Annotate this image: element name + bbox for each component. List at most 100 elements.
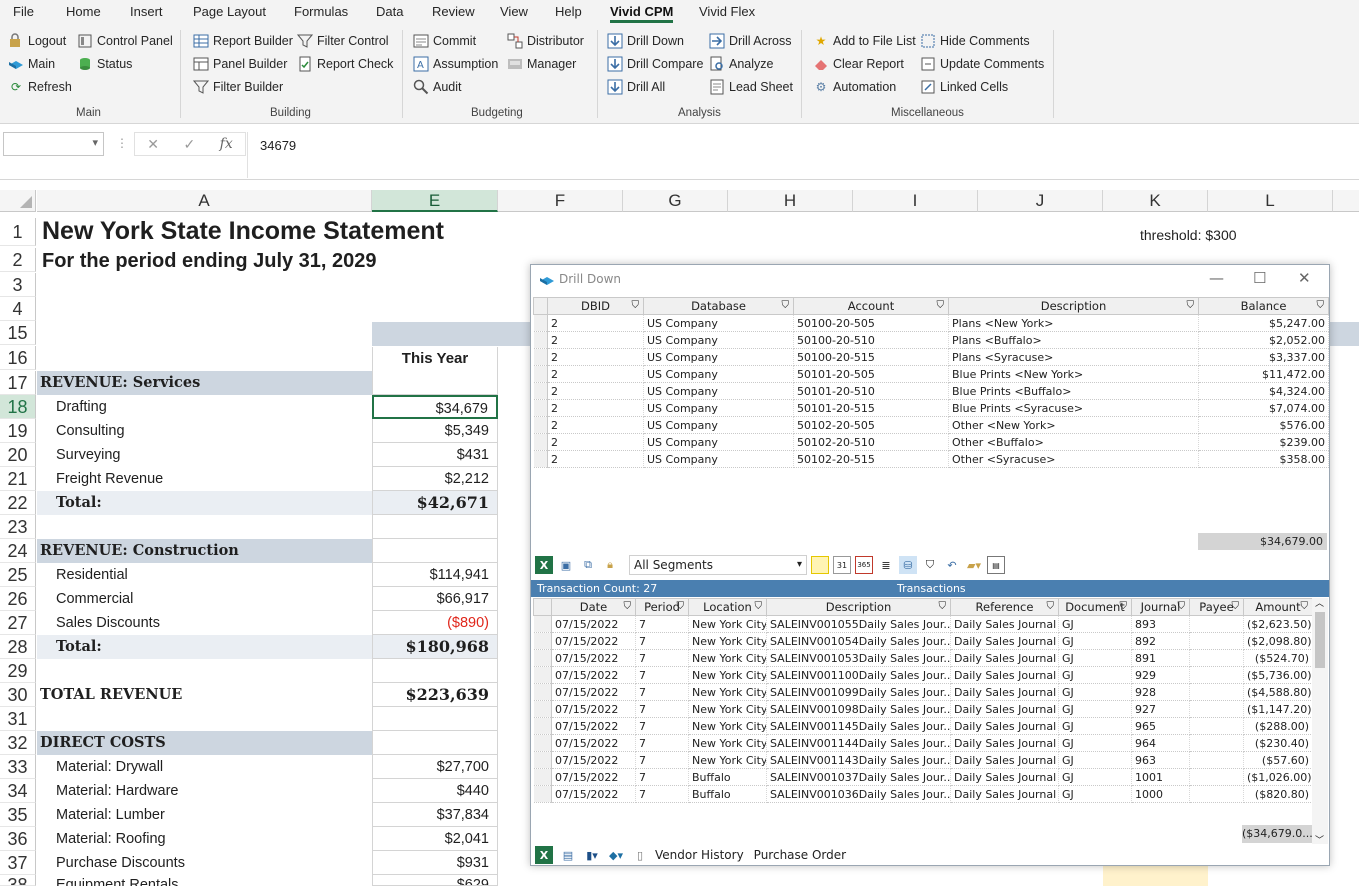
row-header[interactable]: 26 xyxy=(0,587,36,611)
total-value[interactable]: $180,968 xyxy=(372,635,498,659)
row-header[interactable]: 31 xyxy=(0,707,36,731)
value-cell[interactable] xyxy=(372,731,498,755)
table-row[interactable]: 2 US Company 50101-20-515 Blue Prints <Syra… xyxy=(533,399,1329,417)
drill-across-button[interactable]: Drill Across xyxy=(709,33,792,49)
value-cell[interactable]: $27,700 xyxy=(372,755,498,779)
tab-formulas[interactable]: Formulas xyxy=(294,4,348,19)
table-row[interactable]: 07/15/2022 7 New York City SALEINV001145Dai… xyxy=(533,717,1313,735)
clear-report-button[interactable]: Clear Report xyxy=(813,56,904,72)
column-header[interactable]: Balance ⛉ xyxy=(1198,297,1329,315)
tab-page-layout[interactable]: Page Layout xyxy=(193,4,266,19)
row-header[interactable]: 25 xyxy=(0,563,36,587)
calendar-365-icon[interactable]: 365 xyxy=(855,556,873,574)
status-button[interactable]: Status xyxy=(77,56,132,72)
column-header[interactable]: Account ⛉ xyxy=(793,297,949,315)
distributor-button[interactable]: Distributor xyxy=(507,33,584,49)
folder-dropdown-icon[interactable]: ▰▾ xyxy=(965,556,983,574)
logout-button[interactable]: Logout xyxy=(8,33,66,49)
database-icon[interactable]: ⛁ xyxy=(899,556,917,574)
column-header[interactable]: Database ⛉ xyxy=(643,297,794,315)
note-icon[interactable] xyxy=(811,556,829,574)
drill-all-button[interactable]: Drill All xyxy=(607,79,665,95)
row-header[interactable]: 24 xyxy=(0,539,36,563)
function-icon[interactable]: fx xyxy=(220,136,233,152)
filter-icon[interactable]: ⛉ xyxy=(939,601,947,612)
commit-button[interactable]: Commit xyxy=(413,33,476,49)
filter-icon[interactable]: ⛉ xyxy=(937,300,945,311)
column-header-j[interactable]: J xyxy=(978,190,1103,212)
automation-button[interactable]: ⚙ Automation xyxy=(813,79,897,95)
column-header-l[interactable]: L xyxy=(1208,190,1333,212)
minimize-icon[interactable]: — xyxy=(1209,269,1224,287)
row-header[interactable]: 19 xyxy=(0,419,36,443)
table-row[interactable]: 07/15/2022 7 New York City SALEINV001054Dai… xyxy=(533,632,1313,650)
hide-comments-button[interactable]: Hide Comments xyxy=(920,33,1030,49)
tab-vivid-flex[interactable]: Vivid Flex xyxy=(699,4,755,19)
table-row[interactable]: 2 US Company 50100-20-505 Plans <New York> $… xyxy=(533,314,1329,332)
drill-compare-button[interactable]: Drill Compare xyxy=(607,56,703,72)
value-cell[interactable] xyxy=(372,539,498,563)
name-box[interactable] xyxy=(3,132,104,156)
table-row[interactable]: 2 US Company 50100-20-510 Plans <Buffalo> $2… xyxy=(533,331,1329,349)
value-cell[interactable] xyxy=(372,707,498,731)
column-header-k[interactable]: K xyxy=(1103,190,1208,212)
panel-builder-button[interactable]: Panel Builder xyxy=(193,56,287,72)
value-cell[interactable]: $931 xyxy=(372,851,498,875)
table-row[interactable]: 07/15/2022 7 New York City SALEINV001100Dai… xyxy=(533,666,1313,684)
value-cell[interactable]: $66,917 xyxy=(372,587,498,611)
column-header[interactable]: Amount ⛉ xyxy=(1243,598,1313,616)
vertical-scrollbar[interactable]: ︿ ﹀ xyxy=(1312,598,1328,846)
close-icon[interactable]: ✕ xyxy=(1298,269,1311,287)
tab-view[interactable]: View xyxy=(500,4,528,19)
undo-icon[interactable]: ↶ xyxy=(943,556,961,574)
value-cell[interactable]: $5,349 xyxy=(372,419,498,443)
filter-icon[interactable]: ⛉ xyxy=(1232,601,1240,612)
main-button[interactable]: Main xyxy=(8,56,55,72)
column-header-a[interactable]: A xyxy=(37,190,372,212)
filter-icon[interactable]: ⛉ xyxy=(1301,601,1309,612)
update-comments-button[interactable]: Update Comments xyxy=(920,56,1044,72)
column-header[interactable]: Reference ⛉ xyxy=(950,598,1059,616)
row-header[interactable]: 4 xyxy=(0,297,36,321)
dialog-title-bar[interactable]: Drill Down — ☐ ✕ xyxy=(531,265,1329,295)
column-header[interactable]: Period ⛉ xyxy=(635,598,689,616)
save-icon[interactable]: ▣ xyxy=(557,556,575,574)
row-header[interactable]: 21 xyxy=(0,467,36,491)
table-row[interactable]: 07/15/2022 7 New York City SALEINV001143Dai… xyxy=(533,751,1313,769)
row-header[interactable]: 29 xyxy=(0,659,36,683)
form-icon[interactable]: ▤ xyxy=(987,556,1005,574)
report-icon[interactable]: ▤ xyxy=(559,846,577,864)
vivid-dropdown-icon[interactable]: ◆▾ xyxy=(607,846,625,864)
list-icon[interactable]: ≣ xyxy=(877,556,895,574)
row-header[interactable]: 33 xyxy=(0,755,36,779)
value-cell[interactable]: $2,041 xyxy=(372,827,498,851)
filter-icon[interactable]: ⛉ xyxy=(782,300,790,311)
refresh-button[interactable]: ⟳ Refresh xyxy=(8,79,72,95)
formula-input[interactable]: 34679 xyxy=(247,132,1357,178)
value-cell[interactable] xyxy=(372,371,498,395)
filter-icon[interactable]: ⛉ xyxy=(624,601,632,612)
row-header[interactable]: 20 xyxy=(0,443,36,467)
row-header[interactable]: 30 xyxy=(0,683,36,707)
row-header[interactable]: 2 xyxy=(0,248,36,272)
column-header-i[interactable]: I xyxy=(853,190,978,212)
table-row[interactable]: 07/15/2022 7 New York City SALEINV001053Dai… xyxy=(533,649,1313,667)
row-header[interactable]: 27 xyxy=(0,611,36,635)
row-header[interactable]: 16 xyxy=(0,346,36,370)
audit-button[interactable]: Audit xyxy=(413,79,462,95)
calendar-31-icon[interactable]: 31 xyxy=(833,556,851,574)
value-cell[interactable]: $2,212 xyxy=(372,467,498,491)
row-header[interactable]: 36 xyxy=(0,827,36,851)
segments-select[interactable]: All Segments xyxy=(629,555,807,575)
purchase-order-link[interactable]: Purchase Order xyxy=(754,848,846,862)
value-cell[interactable] xyxy=(372,659,498,683)
filter-icon[interactable]: ⛉ xyxy=(1120,601,1128,612)
filter-icon[interactable]: ⛉ xyxy=(755,601,763,612)
linked-cells-button[interactable]: Linked Cells xyxy=(920,79,1008,95)
row-header[interactable]: 32 xyxy=(0,731,36,755)
tab-help[interactable]: Help xyxy=(555,4,582,19)
excel-icon[interactable]: X xyxy=(535,556,553,574)
row-header[interactable]: 35 xyxy=(0,803,36,827)
value-cell[interactable]: $440 xyxy=(372,779,498,803)
table-row[interactable]: 07/15/2022 7 Buffalo SALEINV001037Daily Sal… xyxy=(533,768,1313,786)
